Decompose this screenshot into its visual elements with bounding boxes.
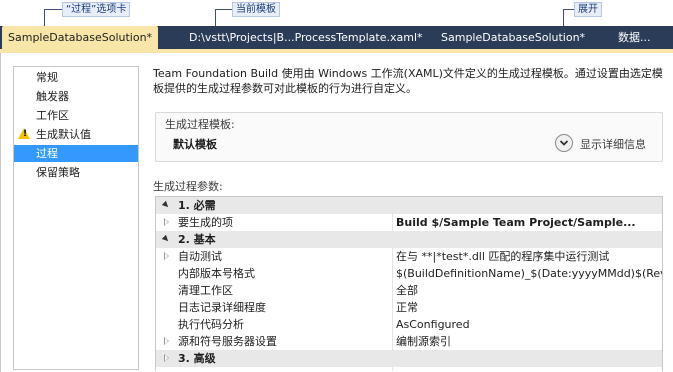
expand-arrow-icon-inner (165, 253, 168, 259)
grid-key: 源和符号服务器设置 (178, 335, 277, 348)
grid-value: 正常 (396, 301, 418, 314)
grid-row-items-to-build[interactable]: 要生成的项 Build $/Sample Team Project/Sample… (156, 214, 662, 231)
tab-data[interactable]: 数据... (612, 26, 657, 49)
annotation-tab-connector (44, 9, 62, 10)
grid-row-logging-verbosity[interactable]: 日志记录详细程度 正常 (156, 299, 662, 316)
grid-key: 自动测试 (178, 250, 222, 263)
grid-key: 1. 必需 (178, 199, 216, 212)
grid-value: 编制源索引 (396, 335, 451, 348)
annotation-current-template: 当前模板 (232, 2, 280, 17)
tab-process-template-xaml[interactable]: D:\vstt\Projects|B...ProcessTemplate.xam… (183, 26, 429, 49)
chevron-down-icon[interactable] (555, 134, 573, 152)
nav-item-retention-policy[interactable]: 保留策略 (14, 164, 138, 181)
grid-key: 执行代码分析 (178, 318, 244, 331)
grid-key: 清理工作区 (178, 284, 233, 297)
params-title: 生成过程参数: (153, 180, 223, 193)
nav-item-label: 过程 (36, 147, 58, 160)
build-process-parameters-grid: 1. 必需 要生成的项 Build $/Sample Team Project/… (155, 196, 663, 371)
current-template-value: 默认模板 (173, 138, 217, 151)
nav-item-general[interactable]: 常规 (14, 69, 138, 86)
annotation-tab: “过程”选项卡 (62, 2, 131, 17)
nav-item-trigger[interactable]: 触发器 (14, 88, 138, 105)
grid-key: 3. 高级 (178, 352, 216, 365)
grid-row-clean-workspace[interactable]: 清理工作区 全部 (156, 282, 662, 299)
nav-item-build-defaults[interactable]: ! 生成默认值 (14, 126, 138, 143)
tab-sample-database-solution-2[interactable]: SampleDatabaseSolution* (435, 26, 591, 49)
nav-item-label: 工作区 (36, 109, 69, 122)
expand-arrow-icon-inner (165, 355, 168, 361)
chevron-down-glyph (559, 140, 569, 146)
collapse-icon[interactable] (161, 200, 171, 210)
grid-row-build-number-format[interactable]: 内部版本号格式 $(BuildDefinitionName)_$(Date:yy… (156, 265, 662, 282)
nav-item-workspace[interactable]: 工作区 (14, 107, 138, 124)
template-label: 生成过程模板: (165, 118, 235, 131)
annotation-expand: 展开 (574, 2, 602, 17)
warning-icon-mark: ! (23, 129, 28, 139)
nav-item-label: 保留策略 (36, 166, 80, 179)
collapse-icon[interactable] (161, 234, 171, 244)
grid-key: 2. 基本 (178, 233, 216, 246)
grid-key: 内部版本号格式 (178, 267, 255, 280)
annotation-template-connector (215, 9, 232, 10)
grid-key: 日志记录详细程度 (178, 301, 266, 314)
grid-key: 要生成的项 (178, 216, 233, 229)
grid-category-advanced[interactable]: 3. 高级 (156, 350, 662, 367)
nav-item-label: 生成默认值 (36, 128, 91, 141)
grid-value: $(BuildDefinitionName)_$(Date:yyyyMMdd)$… (396, 267, 663, 280)
process-description: Team Foundation Build 使用由 Windows 工作流(XA… (153, 67, 663, 95)
grid-value: 全部 (396, 284, 418, 297)
settings-nav: 常规 触发器 工作区 ! 生成默认值 过程 保留策略 (13, 66, 139, 370)
grid-value: Build $/Sample Team Project/Sample... (396, 216, 636, 229)
grid-value: 在与 **|*test*.dll 匹配的程序集中运行测试 (396, 250, 610, 263)
grid-row-code-analysis[interactable]: 执行代码分析 AsConfigured (156, 316, 662, 333)
show-details-link[interactable]: 显示详细信息 (580, 136, 646, 152)
expand-arrow-icon-inner (165, 219, 168, 225)
expand-arrow-icon-inner (165, 338, 168, 344)
tab-sample-database-solution[interactable]: SampleDatabaseSolution* (2, 26, 159, 49)
grid-category-required[interactable]: 1. 必需 (156, 197, 662, 214)
annotation-expand-connector (563, 9, 574, 10)
nav-item-process[interactable]: 过程 (14, 145, 138, 162)
grid-row-source-symbol-settings[interactable]: 源和符号服务器设置 编制源索引 (156, 333, 662, 350)
grid-category-basic[interactable]: 2. 基本 (156, 231, 662, 248)
grid-row-automated-tests[interactable]: 自动测试 在与 **|*test*.dll 匹配的程序集中运行测试 (156, 248, 662, 265)
document-tab-strip: SampleDatabaseSolution* D:\vstt\Projects… (0, 26, 673, 53)
grid-value: AsConfigured (396, 318, 470, 331)
nav-item-label: 常规 (36, 71, 58, 84)
nav-item-label: 触发器 (36, 90, 69, 103)
